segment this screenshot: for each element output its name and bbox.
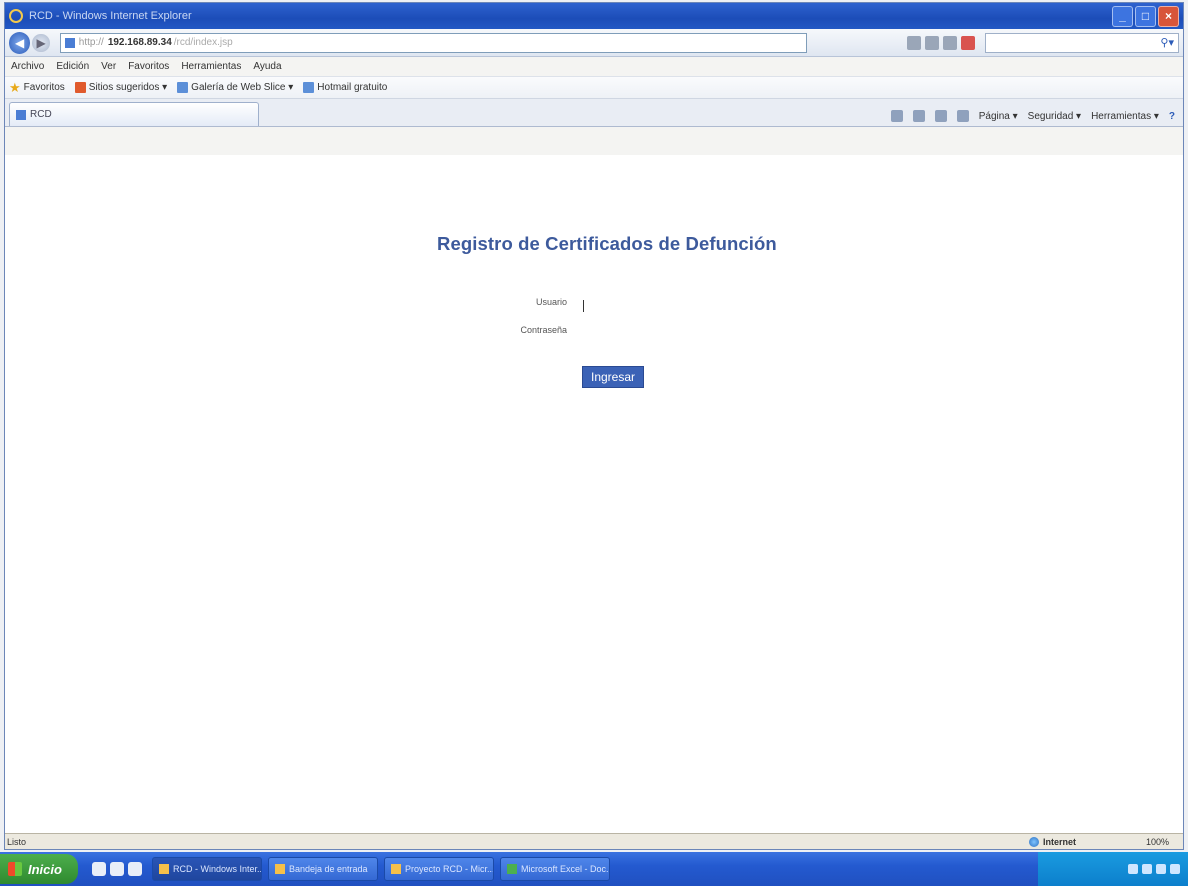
menu-ver[interactable]: Ver <box>101 61 116 72</box>
menu-ayuda[interactable]: Ayuda <box>253 61 281 72</box>
zone-label: Internet <box>1042 836 1076 847</box>
fav-hotmail[interactable]: Hotmail gratuito <box>303 82 387 93</box>
help-icon[interactable]: ? <box>1169 111 1175 122</box>
mail-icon[interactable] <box>934 110 947 122</box>
status-text: Listo <box>7 836 27 847</box>
tools-menu[interactable]: Herramientas ▾ <box>1091 111 1159 122</box>
taskbar-button-project[interactable]: Proyecto RCD - Micr... <box>384 857 494 881</box>
feeds-icon[interactable] <box>912 110 925 122</box>
taskbar-button-label: RCD - Windows Inter... <box>173 864 262 874</box>
url-path: /rcd/index.jsp <box>173 37 233 48</box>
address-tools <box>906 35 975 50</box>
security-zone[interactable]: Internet <box>1028 836 1076 847</box>
windows-flag-icon <box>8 862 22 876</box>
security-icon[interactable] <box>1156 864 1166 874</box>
minimize-button[interactable]: _ <box>1112 5 1133 27</box>
quick-launch <box>92 862 142 876</box>
ie-logo-icon <box>9 9 23 23</box>
print-icon[interactable] <box>956 110 969 122</box>
login-button[interactable]: Ingresar <box>582 366 644 388</box>
globe-icon <box>1028 836 1039 847</box>
taskbar-button-ie[interactable]: RCD - Windows Inter... <box>152 857 262 881</box>
tab-row: RCD Página ▾ Seguridad ▾ Herramientas ▾ … <box>5 99 1183 127</box>
tab-label: RCD <box>30 109 52 120</box>
home-icon[interactable] <box>890 110 903 122</box>
ie-page-icon <box>303 82 315 93</box>
command-bar: Página ▾ Seguridad ▾ Herramientas ▾ ? <box>890 110 1175 122</box>
excel-icon <box>507 864 517 874</box>
taskbar-button-label: Bandeja de entrada <box>289 864 368 874</box>
status-bar: Listo Internet 100% <box>5 833 1183 849</box>
menu-favoritos[interactable]: Favoritos <box>128 61 169 72</box>
ie-icon <box>159 864 169 874</box>
page-icon <box>64 37 75 48</box>
url-field[interactable]: http:// 192.168.89.34 /rcd/index.jsp <box>59 32 807 53</box>
forward-button[interactable]: ▶ <box>32 33 50 52</box>
menu-bar: Archivo Edición Ver Favoritos Herramient… <box>5 57 1183 77</box>
compat-view-icon[interactable] <box>906 35 921 50</box>
password-input[interactable] <box>577 323 727 341</box>
magnifier-icon[interactable]: ⚲▾ <box>1160 36 1174 49</box>
search-input[interactable]: ⚲▾ <box>984 32 1179 53</box>
title-bar[interactable]: RCD - Windows Internet Explorer _ □ × <box>5 3 1183 29</box>
taskbar-button-excel[interactable]: Microsoft Excel - Doc... <box>500 857 610 881</box>
taskbar-button-label: Microsoft Excel - Doc... <box>521 864 610 874</box>
maximize-button[interactable]: □ <box>1135 5 1156 27</box>
media-quicklaunch-icon[interactable] <box>128 862 142 876</box>
page-title: Registro de Certificados de Defunción <box>437 233 777 254</box>
desktop-quicklaunch-icon[interactable] <box>110 862 124 876</box>
start-button[interactable]: Inicio <box>0 854 78 884</box>
fav-item-label: Galería de Web Slice ▾ <box>191 82 294 93</box>
network-icon[interactable] <box>1128 864 1138 874</box>
back-button[interactable]: ◀ <box>9 31 31 54</box>
go-icon[interactable] <box>942 35 957 50</box>
system-tray <box>1038 852 1188 886</box>
volume-icon[interactable] <box>1142 864 1152 874</box>
username-input[interactable] <box>577 295 727 313</box>
browser-window: RCD - Windows Internet Explorer _ □ × ◀ … <box>4 2 1184 850</box>
suggested-sites-icon <box>74 82 86 93</box>
ie-page-icon <box>177 82 189 93</box>
page-content: Registro de Certificados de Defunción Us… <box>5 155 1183 835</box>
favorites-button[interactable]: ★ Favoritos <box>9 80 65 96</box>
close-button[interactable]: × <box>1158 5 1179 27</box>
url-host: 192.168.89.34 <box>107 37 172 48</box>
window-title: RCD - Windows Internet Explorer <box>29 10 192 22</box>
clock-icon[interactable] <box>1170 864 1180 874</box>
fav-item-label: Sitios sugeridos ▾ <box>88 82 168 93</box>
menu-edicion[interactable]: Edición <box>56 61 89 72</box>
page-menu[interactable]: Página ▾ <box>979 111 1018 122</box>
taskbar: Inicio RCD - Windows Inter... Bandeja de… <box>0 852 1188 886</box>
taskbar-button-label: Proyecto RCD - Micr... <box>405 864 494 874</box>
mail-icon <box>275 864 285 874</box>
security-menu[interactable]: Seguridad ▾ <box>1028 111 1081 122</box>
document-icon <box>391 864 401 874</box>
text-caret <box>583 300 584 312</box>
tab-rcd[interactable]: RCD <box>9 102 259 126</box>
fav-web-slice-gallery[interactable]: Galería de Web Slice ▾ <box>177 82 293 93</box>
ie-quicklaunch-icon[interactable] <box>92 862 106 876</box>
address-bar: ◀ ▶ http:// 192.168.89.34 /rcd/index.jsp… <box>5 29 1183 57</box>
favorites-bar: ★ Favoritos Sitios sugeridos ▾ Galería d… <box>5 77 1183 99</box>
url-protocol: http:// <box>78 37 104 48</box>
stop-icon[interactable] <box>960 35 975 50</box>
start-label: Inicio <box>28 861 62 877</box>
fav-suggested-sites[interactable]: Sitios sugeridos ▾ <box>74 82 168 93</box>
taskbar-button-inbox[interactable]: Bandeja de entrada <box>268 857 378 881</box>
refresh-icon[interactable] <box>924 35 939 50</box>
password-label: Contraseña <box>520 325 567 335</box>
star-icon: ★ <box>9 79 21 95</box>
username-label: Usuario <box>535 297 567 307</box>
favorites-label: Favoritos <box>23 82 65 93</box>
menu-archivo[interactable]: Archivo <box>11 61 44 72</box>
menu-herramientas[interactable]: Herramientas <box>181 61 241 72</box>
tab-page-icon <box>16 109 26 120</box>
zoom-level[interactable]: 100% <box>1146 837 1169 847</box>
fav-item-label: Hotmail gratuito <box>317 82 388 93</box>
